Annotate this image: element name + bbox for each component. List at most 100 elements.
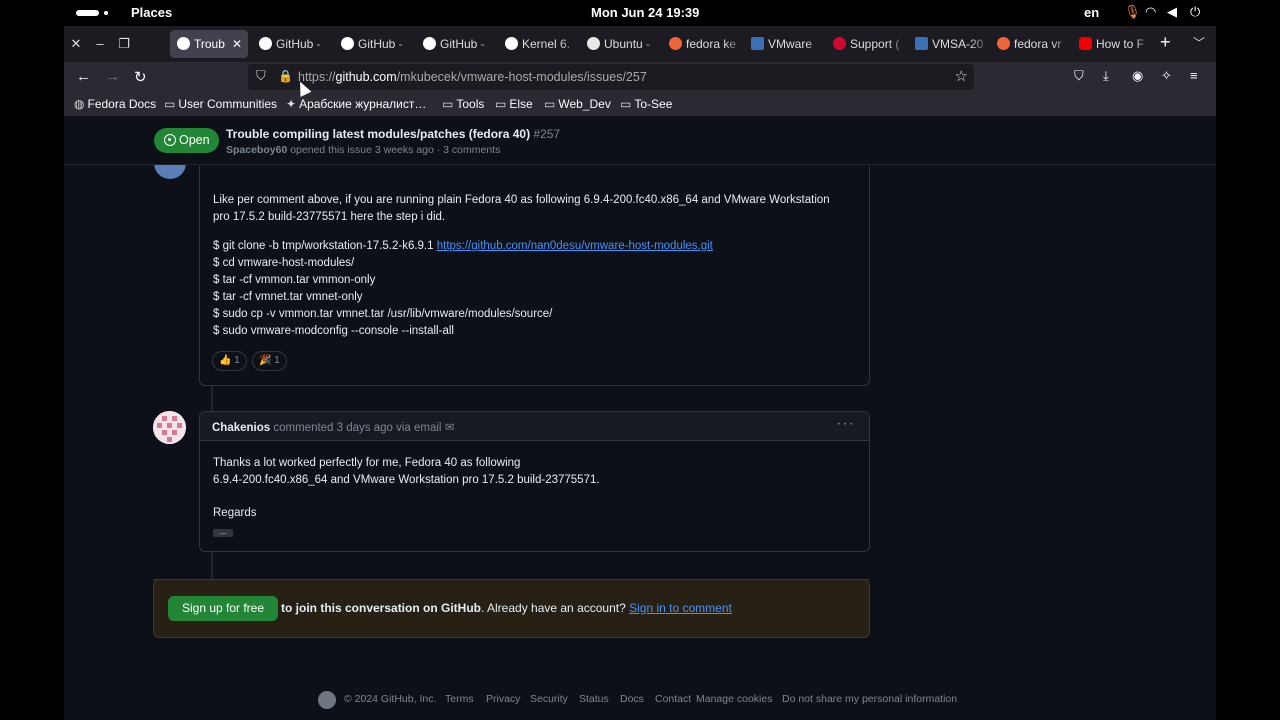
workspace-dot[interactable]	[104, 11, 108, 15]
bookmark-to-see[interactable]: ▭ To-See	[620, 97, 672, 111]
email-icon: ✉	[444, 422, 455, 434]
vmware-icon	[915, 37, 928, 50]
forward-arrow-icon[interactable]: →	[105, 68, 120, 85]
command-line: $ git clone -b tmp/workstation-17.5.2-k6…	[213, 240, 713, 252]
issue-subtitle: Spaceboy60 opened this issue 3 weeks ago…	[226, 144, 501, 156]
folder-icon: ▭	[544, 97, 556, 111]
url-text[interactable]: https://github.com/mkubecek/vmware-host-…	[298, 70, 647, 84]
broadcom-icon	[833, 37, 846, 50]
browser-window: ✕ – ❐ Troub ✕ GitHub - GitHub - GitHub -…	[64, 26, 1216, 720]
github-logo-icon[interactable]	[318, 691, 336, 709]
tab[interactable]: Kernel 6.	[498, 30, 580, 58]
footer-status-link[interactable]: Status	[579, 693, 609, 705]
back-arrow-icon[interactable]: ←	[76, 68, 91, 85]
issue-open-icon	[164, 134, 176, 146]
bookmark-user-communities[interactable]: ▭ User Communities	[164, 97, 277, 111]
status-badge: Open	[154, 128, 219, 153]
bookmark-tools[interactable]: ▭ Tools	[442, 97, 484, 111]
footer-terms-link[interactable]: Terms	[445, 693, 474, 705]
github-icon	[505, 37, 518, 50]
sparkle-icon: ✦	[286, 97, 297, 111]
brave-icon	[669, 37, 682, 50]
timeline-line	[211, 551, 213, 579]
close-tab-icon[interactable]: ✕	[232, 30, 242, 58]
shield-icon[interactable]: ⛉	[256, 68, 266, 84]
footer-docs-link[interactable]: Docs	[620, 693, 644, 705]
extensions-icon[interactable]: ✧	[1161, 68, 1172, 84]
github-icon	[341, 37, 354, 50]
new-tab-icon[interactable]: +	[1160, 32, 1171, 53]
reaction-thumbs-up[interactable]: 👍 1	[212, 351, 247, 371]
comment: Chakenios commented 3 days ago via email…	[199, 411, 870, 552]
tab[interactable]: fedora ke	[662, 30, 744, 58]
more-options-icon[interactable]: ···	[836, 415, 855, 433]
comment-author[interactable]: Chakenios	[212, 422, 270, 434]
bookmark-else[interactable]: ▭ Else	[495, 97, 533, 111]
tab[interactable]: VMware	[744, 30, 826, 58]
comment-text: pro 17.5.2 build-23775571 here the step …	[213, 211, 446, 223]
footer-security-link[interactable]: Security	[530, 693, 568, 705]
clock[interactable]: Mon Jun 24 19:39	[591, 5, 699, 20]
tab[interactable]: GitHub -	[334, 30, 416, 58]
comment-text: Thanks a lot worked perfectly for me, Fe…	[213, 457, 521, 469]
bookmark-arabic[interactable]: ✦ Арабские журналист…	[286, 97, 426, 111]
tab[interactable]: GitHub -	[252, 30, 334, 58]
tab[interactable]: GitHub -	[416, 30, 498, 58]
tab[interactable]: Support (	[826, 30, 908, 58]
tab[interactable]: How to F	[1072, 30, 1154, 58]
github-issue-page: Like per comment above, if you are runni…	[64, 117, 1216, 720]
issue-author[interactable]: Spaceboy60	[226, 144, 287, 156]
list-all-tabs-icon[interactable]: ﹀	[1193, 34, 1205, 51]
lock-icon[interactable]: 🔒	[278, 69, 293, 83]
signup-banner: Sign up for free to join this conversati…	[153, 579, 870, 638]
sign-in-link[interactable]: Sign in to comment	[629, 601, 732, 615]
issue-title[interactable]: Trouble compiling latest modules/patches…	[226, 127, 560, 141]
tab[interactable]: VMSA-20	[908, 30, 990, 58]
footer-privacy-link[interactable]: Privacy	[486, 693, 520, 705]
comment-text: 6.9.4-200.fc40.x86_64 and VMware Worksta…	[213, 474, 600, 486]
account-icon[interactable]: ◉	[1132, 68, 1143, 84]
bookmark-star-icon[interactable]: ☆	[955, 67, 968, 85]
footer-cookies-link[interactable]: Manage cookies	[696, 693, 772, 705]
close-window-icon[interactable]: ✕	[67, 35, 85, 53]
footer-copyright: © 2024 GitHub, Inc.	[344, 693, 437, 705]
workspace-indicator[interactable]	[76, 10, 99, 16]
pocket-icon[interactable]: ⛉	[1074, 68, 1084, 84]
command-line: $ tar -cf vmnet.tar vmnet-only	[213, 291, 363, 303]
tab-bar: ✕ – ❐ Troub ✕ GitHub - GitHub - GitHub -…	[64, 26, 1216, 62]
nav-bar: ← → ↻ ⛉ 🔒 https://github.com/mkubecek/vm…	[64, 62, 1216, 92]
vmware-icon	[751, 37, 764, 50]
keyboard-layout[interactable]: en	[1084, 5, 1099, 20]
volume-icon[interactable]: ◀	[1167, 4, 1177, 20]
github-icon	[423, 37, 436, 50]
repo-link[interactable]: https://github.com/nan0desu/vmware-host-…	[437, 240, 713, 252]
tab[interactable]: Ubuntu -	[580, 30, 662, 58]
folder-icon: ▭	[495, 97, 507, 111]
menu-icon[interactable]: ≡	[1190, 68, 1198, 83]
microphone-icon[interactable]: 🎙	[1124, 4, 1141, 20]
command-line: $ sudo cp -v vmmon.tar vmnet.tar /usr/li…	[213, 308, 553, 320]
expand-quoted-button[interactable]: ...	[213, 528, 233, 537]
folder-icon: ▭	[442, 97, 454, 111]
footer-dnsmpi-link[interactable]: Do not share my personal information	[782, 693, 957, 705]
wifi-icon[interactable]: ◠	[1145, 4, 1156, 20]
bookmarks-toolbar: ◍ Fedora Docs ▭ User Communities ✦ Арабские…	[64, 92, 1216, 117]
tab[interactable]: fedora vr	[990, 30, 1072, 58]
reaction-hooray[interactable]: 🎉 1	[252, 351, 287, 371]
sticky-issue-header: Open Trouble compiling latest modules/pa…	[64, 117, 1216, 165]
minimize-window-icon[interactable]: –	[91, 35, 109, 53]
bookmark-web-dev[interactable]: ▭ Web_Dev	[544, 97, 611, 111]
reload-icon[interactable]: ↻	[134, 68, 147, 86]
bookmark-fedora-docs[interactable]: ◍ Fedora Docs	[74, 97, 156, 111]
tab-active[interactable]: Troub ✕	[170, 30, 248, 58]
ubuntu-icon	[587, 37, 600, 50]
download-icon[interactable]: ⤓	[1103, 68, 1109, 84]
command-line: $ sudo vmware-modconfig --console --inst…	[213, 325, 454, 337]
restore-window-icon[interactable]: ❐	[115, 35, 133, 53]
power-icon[interactable]: ⏻	[1190, 4, 1200, 20]
footer-contact-link[interactable]: Contact	[655, 693, 691, 705]
places-menu[interactable]: Places	[131, 5, 172, 20]
sign-up-button[interactable]: Sign up for free	[168, 596, 278, 621]
avatar[interactable]	[153, 411, 186, 444]
url-bar[interactable]: ⛉ 🔒 https://github.com/mkubecek/vmware-h…	[248, 64, 974, 90]
